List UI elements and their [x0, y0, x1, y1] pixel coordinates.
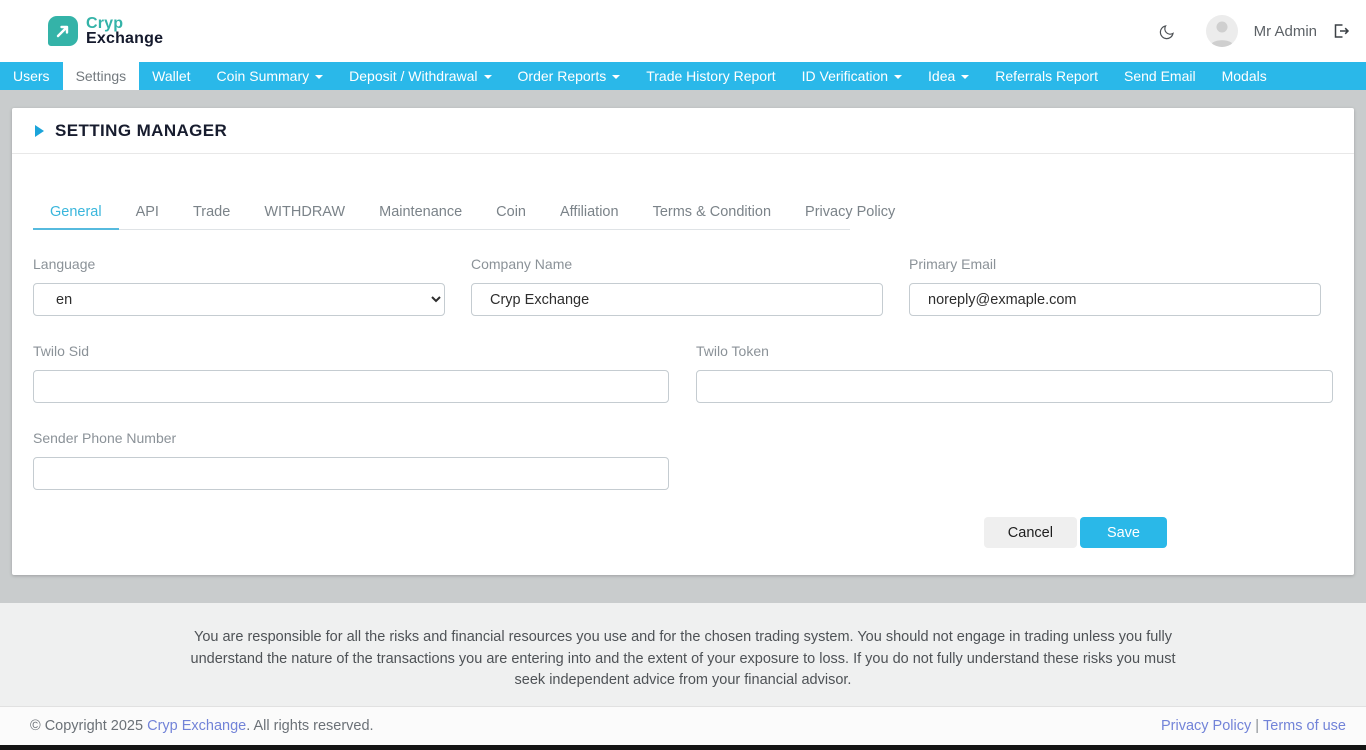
nav-item-trade-history-report[interactable]: Trade History Report: [633, 62, 788, 90]
language-field-group: Language en: [33, 256, 445, 316]
top-header: Cryp Exchange Mr Admin: [0, 0, 1366, 62]
tab-privacy-policy[interactable]: Privacy Policy: [788, 196, 912, 230]
nav-item-users[interactable]: Users: [0, 62, 63, 90]
nav-label: Trade History Report: [646, 68, 776, 84]
main-content: SETTING MANAGER General API Trade WITHDR…: [0, 90, 1366, 603]
primary-email-label: Primary Email: [909, 256, 997, 272]
nav-item-modals[interactable]: Modals: [1209, 62, 1280, 90]
nav-label: Send Email: [1123, 68, 1196, 84]
nav-label: Users: [13, 68, 50, 84]
nav-label: Order Reports: [517, 68, 607, 84]
panel-header: SETTING MANAGER: [12, 108, 1354, 154]
primary-email-input[interactable]: [909, 283, 1321, 316]
copyright-suffix: . All rights reserved.: [246, 718, 374, 734]
twilo-sid-field-group: Twilo Sid: [33, 343, 669, 403]
nav-label: Wallet: [152, 68, 191, 84]
nav-label: Idea: [928, 68, 956, 84]
copyright-prefix: © Copyright 2025: [30, 718, 144, 734]
tab-terms-condition[interactable]: Terms & Condition: [636, 196, 788, 230]
page-title: SETTING MANAGER: [55, 120, 228, 140]
form-row-3: Sender Phone Number: [33, 430, 1333, 490]
sender-phone-field-group: Sender Phone Number: [33, 430, 669, 490]
nav-item-referrals-report[interactable]: Referrals Report: [982, 62, 1111, 90]
nav-item-deposit-withdrawal[interactable]: Deposit / Withdrawal: [336, 62, 504, 90]
brand-logo[interactable]: Cryp Exchange: [48, 15, 164, 47]
page: Cryp Exchange Mr Admin Users Settings Wa…: [0, 0, 1366, 750]
twilo-sid-input[interactable]: [33, 370, 669, 403]
twilo-token-label: Twilo Token: [696, 343, 769, 359]
company-name-input[interactable]: [471, 283, 883, 316]
caret-down-icon: [315, 75, 324, 79]
twilo-token-input[interactable]: [696, 370, 1333, 403]
nav-item-idea[interactable]: Idea: [915, 62, 982, 90]
nav-item-send-email[interactable]: Send Email: [1111, 62, 1209, 90]
nav-item-order-reports[interactable]: Order Reports: [505, 62, 634, 90]
main-navbar: Users Settings Wallet Coin Summary Depos…: [0, 62, 1366, 90]
form-actions: Cancel Save: [33, 517, 1333, 548]
disclaimer-section: You are responsible for all the risks an…: [0, 603, 1366, 706]
nav-label: ID Verification: [801, 68, 889, 84]
tab-withdraw[interactable]: WITHDRAW: [247, 196, 362, 230]
tab-maintenance[interactable]: Maintenance: [362, 196, 479, 230]
nav-item-wallet[interactable]: Wallet: [139, 62, 203, 90]
user-avatar[interactable]: [1205, 15, 1238, 47]
logout-button[interactable]: [1333, 23, 1350, 39]
company-name-label: Company Name: [471, 256, 573, 272]
user-name: Mr Admin: [1253, 22, 1317, 40]
nav-label: Coin Summary: [216, 68, 310, 84]
brand-logo-icon: [48, 16, 78, 46]
dark-mode-toggle[interactable]: [1159, 23, 1176, 40]
sender-phone-label: Sender Phone Number: [33, 430, 177, 446]
nav-item-id-verification[interactable]: ID Verification: [789, 62, 915, 90]
cancel-button[interactable]: Cancel: [983, 517, 1077, 548]
footer-brand-link[interactable]: Cryp Exchange: [147, 718, 246, 734]
play-triangle-icon: [35, 124, 44, 137]
brand-logo-text: Cryp Exchange: [86, 15, 164, 47]
risk-disclaimer-text: You are responsible for all the risks an…: [190, 629, 1176, 688]
form-row-2: Twilo Sid Twilo Token: [33, 343, 1333, 403]
logout-icon: [1334, 24, 1350, 38]
nav-label: Settings: [75, 68, 127, 84]
setting-manager-panel: SETTING MANAGER General API Trade WITHDR…: [12, 108, 1354, 575]
terms-of-use-link[interactable]: Terms of use: [1263, 718, 1346, 734]
person-icon: [1209, 21, 1234, 47]
arrow-up-right-icon: [56, 25, 69, 38]
form-row-1: Language en Company Name Primary Email: [33, 256, 1333, 316]
footer-links: Privacy Policy | Terms of use: [1161, 718, 1346, 734]
panel-body: General API Trade WITHDRAW Maintenance C…: [12, 154, 1354, 548]
nav-label: Referrals Report: [995, 68, 1098, 84]
caret-down-icon: [894, 75, 903, 79]
general-settings-form: Language en Company Name Primary Email: [33, 256, 1333, 548]
twilo-token-field-group: Twilo Token: [696, 343, 1333, 403]
company-name-field-group: Company Name: [471, 256, 883, 316]
nav-label: Modals: [1221, 68, 1267, 84]
language-select[interactable]: en: [33, 283, 445, 316]
caret-down-icon: [612, 75, 621, 79]
bottom-edge-strip: [0, 745, 1366, 750]
copyright-text: © Copyright 2025 Cryp Exchange. All righ…: [30, 718, 374, 734]
nav-label: Deposit / Withdrawal: [349, 68, 478, 84]
tab-api[interactable]: API: [119, 196, 176, 230]
tab-coin[interactable]: Coin: [479, 196, 543, 230]
footer-bar: © Copyright 2025 Cryp Exchange. All righ…: [0, 706, 1366, 745]
nav-item-coin-summary[interactable]: Coin Summary: [204, 62, 337, 90]
caret-down-icon: [961, 75, 970, 79]
primary-email-field-group: Primary Email: [909, 256, 1321, 316]
brand-name-bottom: Exchange: [86, 30, 164, 47]
twilo-sid-label: Twilo Sid: [33, 343, 90, 359]
tab-affiliation[interactable]: Affiliation: [543, 196, 636, 230]
moon-icon: [1159, 24, 1174, 39]
link-separator: |: [1255, 718, 1259, 734]
language-label: Language: [33, 256, 96, 272]
settings-tabs: General API Trade WITHDRAW Maintenance C…: [33, 196, 895, 230]
header-right: Mr Admin: [1159, 15, 1350, 47]
caret-down-icon: [483, 75, 492, 79]
tab-trade[interactable]: Trade: [176, 196, 247, 230]
sender-phone-input[interactable]: [33, 457, 669, 490]
tab-general[interactable]: General: [33, 196, 119, 230]
privacy-policy-link[interactable]: Privacy Policy: [1161, 718, 1251, 734]
brand-name-top: Cryp: [86, 15, 124, 32]
save-button[interactable]: Save: [1079, 517, 1167, 548]
nav-item-settings[interactable]: Settings: [62, 62, 140, 90]
